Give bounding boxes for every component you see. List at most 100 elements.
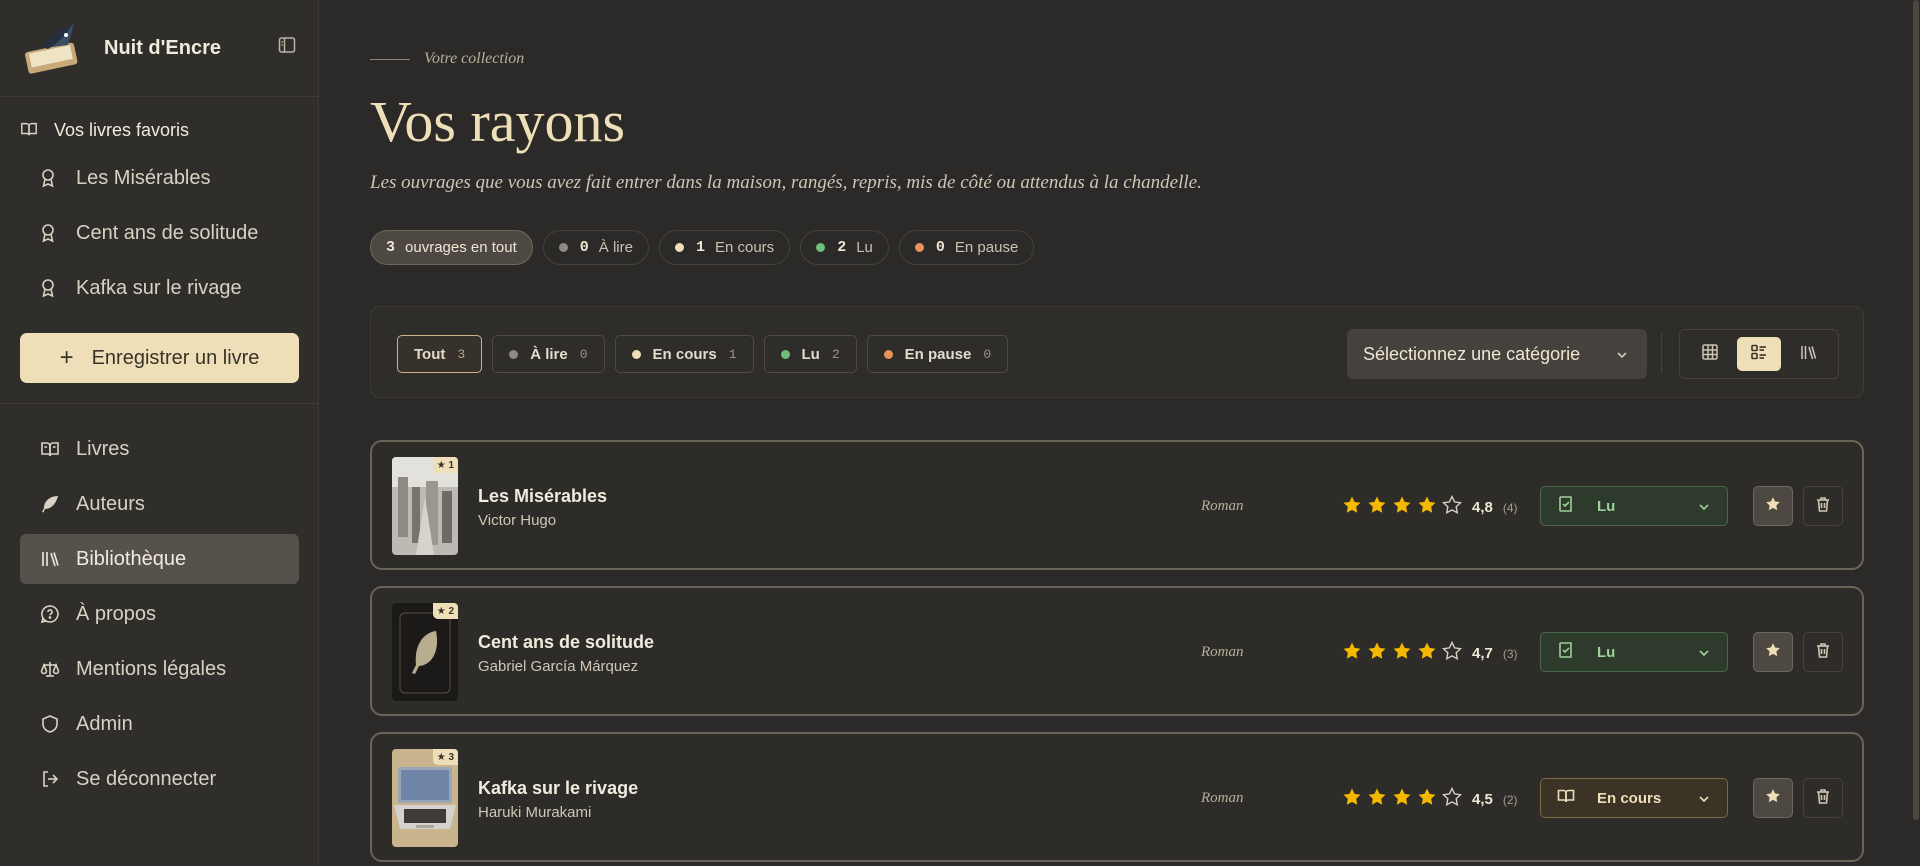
table-icon [1701, 343, 1719, 366]
sidebar-item-logout[interactable]: Se déconnecter [20, 754, 299, 804]
star-filled-icon [1417, 495, 1437, 520]
stat-a-lire: 0 À lire [542, 230, 649, 265]
star-filled-icon [1417, 787, 1437, 812]
star-icon [1765, 788, 1781, 809]
stat-total: 3 ouvrages en tout [370, 230, 533, 265]
favorite-button[interactable] [1753, 778, 1793, 818]
status-dot [914, 243, 924, 252]
sidebar-item-livres[interactable]: Livres [20, 424, 299, 474]
stat-lu: 2 Lu [800, 230, 889, 265]
delete-button[interactable] [1803, 486, 1843, 526]
star-icon: ★ [436, 605, 446, 617]
stat-en-cours: 1 En cours [658, 230, 791, 265]
favorite-button[interactable] [1753, 632, 1793, 672]
favorite-item[interactable]: Les Misérables [38, 163, 211, 193]
star-icon [1765, 642, 1781, 663]
favorite-item[interactable]: Cent ans de solitude [38, 218, 258, 248]
star-filled-icon [1367, 787, 1387, 812]
filter-en-pause[interactable]: En pause 0 [866, 335, 1009, 373]
sidebar-item-auteurs[interactable]: Auteurs [20, 479, 299, 529]
favorites-title: Vos livres favoris [54, 119, 190, 140]
library-icon [40, 549, 60, 569]
page-subtitle: Les ouvrages que vous avez fait entrer d… [370, 172, 1202, 193]
trash-icon [1814, 495, 1832, 518]
register-book-button[interactable]: + Enregistrer un livre [20, 333, 299, 383]
delete-button[interactable] [1803, 778, 1843, 818]
status-dot [816, 243, 826, 252]
status-select[interactable]: Lu [1540, 486, 1728, 526]
book-genre: Roman [1201, 644, 1244, 660]
book-row[interactable]: ★ 2 Cent ans de solitude Gabriel García … [370, 586, 1864, 716]
list-detail-icon [1750, 343, 1768, 366]
open-book-icon [40, 439, 60, 459]
view-list-button[interactable] [1736, 337, 1781, 371]
stat-en-pause: 0 En pause [898, 230, 1035, 265]
sidebar-item-mentions-legales[interactable]: Mentions légales [20, 644, 299, 694]
sidebar-item-admin[interactable]: Admin [20, 699, 299, 749]
view-switcher [1679, 329, 1839, 379]
favorite-button[interactable] [1753, 486, 1793, 526]
plus-icon: + [59, 344, 74, 371]
page-scrollbar[interactable] [1912, 0, 1920, 866]
shield-icon [40, 714, 60, 734]
filter-lu[interactable]: Lu 2 [763, 335, 857, 373]
award-icon [38, 223, 58, 243]
star-icon [1765, 496, 1781, 517]
view-grid-button[interactable] [1688, 337, 1732, 371]
filter-a-lire[interactable]: À lire 0 [492, 335, 605, 373]
status-dot [674, 243, 684, 252]
favorite-item[interactable]: Kafka sur le rivage [38, 273, 242, 303]
book-author[interactable]: Victor Hugo [478, 512, 556, 529]
sidebar-item-bibliotheque[interactable]: Bibliothèque [20, 534, 299, 584]
book-check-icon [1557, 495, 1575, 517]
feather-icon [40, 494, 60, 514]
star-filled-icon [1392, 495, 1412, 520]
view-shelf-button[interactable] [1786, 337, 1830, 371]
section-eyebrow: Votre collection [370, 50, 524, 68]
app-logo[interactable] [22, 17, 84, 79]
page-title: Vos rayons [370, 89, 626, 154]
book-genre: Roman [1201, 790, 1244, 806]
sidebar-divider [0, 403, 319, 404]
star-icon: ★ [436, 751, 446, 763]
rating-value: 4,8 [1472, 499, 1493, 516]
status-select[interactable]: Lu [1540, 632, 1728, 672]
favorite-rank-badge: ★ 3 [432, 749, 458, 765]
book-title[interactable]: Kafka sur le rivage [478, 778, 638, 799]
book-author[interactable]: Haruki Murakami [478, 804, 591, 821]
filter-toolbar: Tout 3 À lire 0 En cours 1 Lu 2 En pause [370, 306, 1864, 398]
book-cover[interactable]: ★ 3 [392, 749, 458, 847]
rating-stars: 4,5 (2) [1342, 786, 1518, 812]
filter-tout[interactable]: Tout 3 [397, 335, 483, 373]
book-open-icon [1557, 787, 1575, 809]
book-cover[interactable]: ★ 1 [392, 457, 458, 555]
sidebar-toggle-icon[interactable] [278, 36, 298, 56]
rating-count: (3) [1502, 646, 1518, 661]
star-filled-icon [1392, 787, 1412, 812]
open-book-icon [20, 120, 40, 140]
category-select[interactable]: Sélectionnez une catégorie [1347, 329, 1647, 379]
rating-count: (4) [1502, 500, 1518, 515]
stats-bar: 3 ouvrages en tout 0 À lire 1 En cours 2… [370, 230, 1035, 265]
book-author[interactable]: Gabriel García Márquez [478, 658, 638, 675]
rating-count: (2) [1502, 792, 1518, 807]
status-dot [558, 243, 568, 252]
scale-icon [40, 659, 60, 679]
book-row[interactable]: ★ 3 Kafka sur le rivage Haruki Murakami … [370, 732, 1864, 862]
book-title[interactable]: Cent ans de solitude [478, 632, 654, 653]
book-cover[interactable]: ★ 2 [392, 603, 458, 701]
favorite-rank-badge: ★ 2 [432, 603, 458, 619]
rating-value: 4,5 [1472, 791, 1493, 808]
chevron-down-icon [1697, 500, 1711, 518]
status-dot [780, 349, 790, 359]
star-empty-icon [1441, 786, 1463, 812]
delete-button[interactable] [1803, 632, 1843, 672]
trash-icon [1814, 641, 1832, 664]
book-title[interactable]: Les Misérables [478, 486, 607, 507]
scrollbar-thumb[interactable] [1913, 0, 1919, 820]
sidebar-item-a-propos[interactable]: À propos [20, 589, 299, 639]
status-select[interactable]: En cours [1540, 778, 1728, 818]
book-row[interactable]: ★ 1 Les Misérables Victor Hugo Roman 4,8… [370, 440, 1864, 570]
filter-en-cours[interactable]: En cours 1 [614, 335, 754, 373]
star-filled-icon [1342, 495, 1362, 520]
